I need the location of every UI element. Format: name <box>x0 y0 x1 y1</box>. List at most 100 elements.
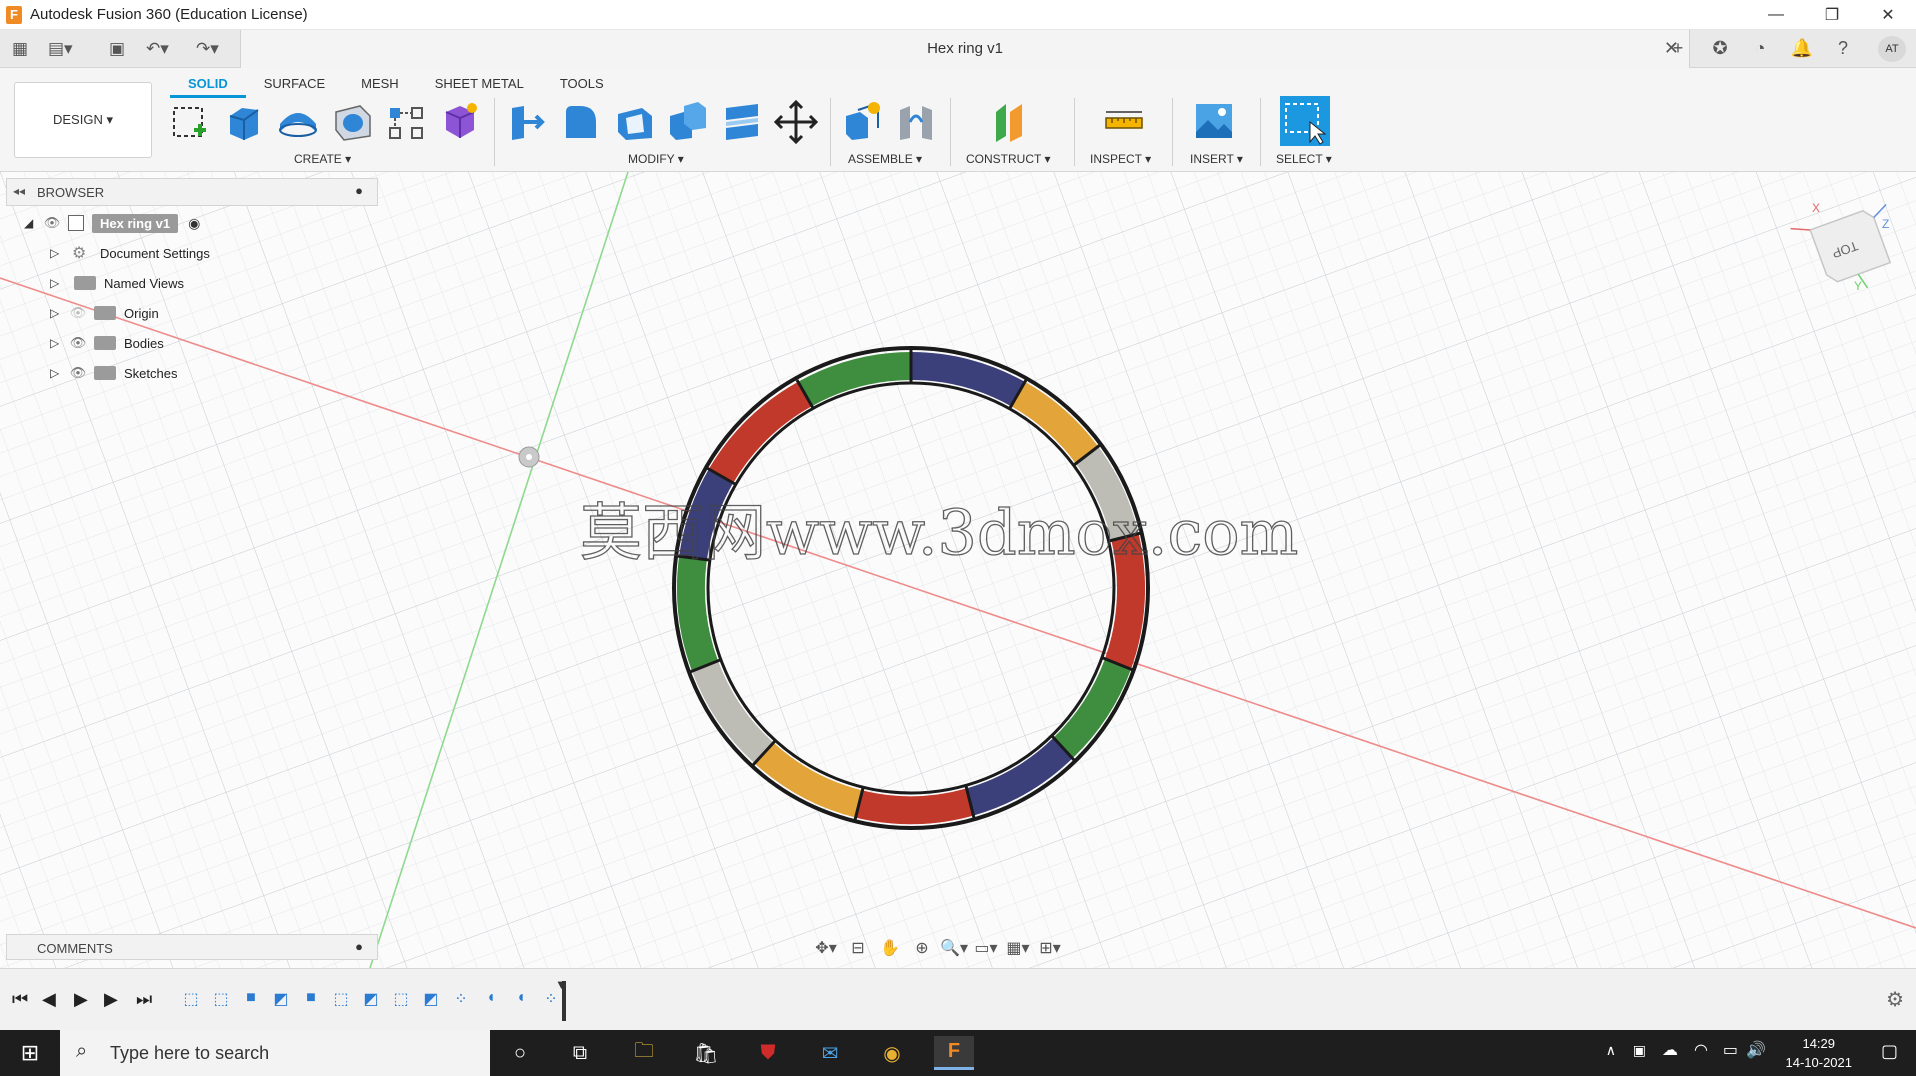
expand-triangle-icon[interactable]: ▷ <box>50 366 68 380</box>
new-tab-icon[interactable]: + <box>1666 38 1690 60</box>
redo-icon[interactable]: ↷▾ <box>196 39 219 59</box>
timeline-fillet-icon[interactable]: ◖ <box>480 989 502 1009</box>
cortana-icon[interactable]: ○ <box>500 1036 540 1070</box>
timeline-pattern-icon[interactable]: ⁘ <box>540 989 562 1009</box>
tree-item-origin[interactable]: ▷ 👁 Origin <box>50 300 159 326</box>
measure-icon[interactable] <box>1102 100 1146 144</box>
viewports-icon[interactable]: ⊞▾ <box>1034 938 1066 958</box>
tree-item-bodies[interactable]: ▷ 👁 Bodies <box>50 330 164 356</box>
comments-panel[interactable]: COMMENTS ● <box>6 934 378 960</box>
insert-image-icon[interactable] <box>1192 100 1236 144</box>
activate-radio-icon[interactable]: ◉ <box>188 215 200 232</box>
combine-icon[interactable] <box>666 100 710 144</box>
construct-menu[interactable]: CONSTRUCT ▾ <box>966 152 1050 166</box>
timeline-last-icon[interactable]: ⏭ <box>136 989 152 1010</box>
workspace-switcher-button[interactable]: DESIGN ▾ <box>14 82 152 158</box>
tab-solid[interactable]: SOLID <box>170 74 246 98</box>
battery-icon[interactable]: ▭ <box>1723 1040 1738 1060</box>
volume-icon[interactable]: 🔊 <box>1746 1040 1766 1060</box>
visibility-eye-icon[interactable]: 👁 <box>42 215 62 231</box>
expand-triangle-icon[interactable]: ◢ <box>24 216 42 230</box>
joint-icon[interactable] <box>894 100 938 144</box>
tree-root-row[interactable]: ◢ 👁 Hex ring v1 ◉ <box>24 210 200 236</box>
split-body-icon[interactable] <box>720 100 764 144</box>
display-settings-icon[interactable]: ▭▾ <box>970 938 1002 958</box>
timeline-extrude-icon[interactable]: ■ <box>300 989 322 1009</box>
user-avatar[interactable]: AT <box>1878 36 1906 62</box>
settings-gear-icon[interactable]: ⚙ <box>1886 987 1904 1012</box>
hidden-eye-icon[interactable]: 👁 <box>68 305 88 321</box>
task-view-icon[interactable]: ⧉ <box>560 1036 600 1070</box>
taskbar-clock[interactable]: 14:29 14-10-2021 <box>1786 1034 1853 1072</box>
file-explorer-icon[interactable]: 🗀 <box>624 1036 664 1070</box>
timeline-fillet-icon[interactable]: ◖ <box>510 989 532 1009</box>
document-tab[interactable]: Hex ring v1 ✕ <box>240 30 1690 68</box>
close-button[interactable]: ✕ <box>1860 0 1916 30</box>
offset-plane-icon[interactable] <box>988 100 1032 144</box>
timeline-marker-head[interactable]: ▼ <box>555 977 568 992</box>
grid-settings-icon[interactable]: ▦▾ <box>1002 938 1034 958</box>
expand-triangle-icon[interactable]: ▷ <box>50 336 68 350</box>
timeline-extrude-icon[interactable]: ■ <box>240 989 262 1009</box>
notifications-bell-icon[interactable]: 🔔 <box>1790 38 1814 60</box>
extensions-icon[interactable]: ✪ <box>1708 38 1732 60</box>
create-sketch-icon[interactable] <box>168 100 212 144</box>
wifi-icon[interactable]: ◠ <box>1694 1040 1708 1060</box>
timeline-sketch-icon[interactable]: ⬚ <box>390 989 412 1009</box>
tree-item-sketches[interactable]: ▷ 👁 Sketches <box>50 360 177 386</box>
data-panel-grid-icon[interactable]: ▦ <box>9 39 31 59</box>
inspect-menu[interactable]: INSPECT ▾ <box>1090 152 1151 166</box>
pan-hand-icon[interactable]: ✋ <box>874 938 906 958</box>
tab-sheet-metal[interactable]: SHEET METAL <box>417 74 542 98</box>
insert-menu[interactable]: INSERT ▾ <box>1190 152 1243 166</box>
timeline-play-icon[interactable]: ▶ <box>74 989 88 1010</box>
notification-center-icon[interactable]: ▢ <box>1881 1041 1898 1062</box>
create-menu[interactable]: CREATE ▾ <box>294 152 351 166</box>
timeline-chamfer-icon[interactable]: ◩ <box>270 989 292 1009</box>
save-icon[interactable]: ▣ <box>106 39 128 59</box>
orbit-icon[interactable]: ✥▾ <box>810 938 842 958</box>
press-pull-icon[interactable] <box>504 100 548 144</box>
tab-surface[interactable]: SURFACE <box>246 74 343 98</box>
new-component-icon[interactable] <box>840 100 884 144</box>
extrude-icon[interactable] <box>222 100 266 144</box>
expand-triangle-icon[interactable]: ▷ <box>50 306 68 320</box>
browser-pin-icon[interactable]: ● <box>355 183 363 198</box>
taskbar-search-box[interactable]: ⌕ Type here to search <box>60 1030 490 1076</box>
modify-menu[interactable]: MODIFY ▾ <box>628 152 684 166</box>
store-icon[interactable]: 🛍 <box>686 1036 726 1070</box>
fit-zoom-icon[interactable]: 🔍▾ <box>938 938 970 958</box>
timeline-pattern-icon[interactable]: ⁘ <box>450 989 472 1009</box>
assemble-menu[interactable]: ASSEMBLE ▾ <box>848 152 922 166</box>
minimize-button[interactable]: — <box>1748 0 1804 30</box>
tree-item-named-views[interactable]: ▷ Named Views <box>50 270 184 296</box>
select-icon[interactable] <box>1280 96 1330 146</box>
timeline-sketch-icon[interactable]: ⬚ <box>180 989 202 1009</box>
chrome-icon[interactable]: ◉ <box>872 1036 912 1070</box>
pattern-icon[interactable] <box>384 100 428 144</box>
revolve-icon[interactable] <box>276 100 320 144</box>
move-copy-icon[interactable] <box>774 100 818 144</box>
timeline-sketch-icon[interactable]: ⬚ <box>210 989 232 1009</box>
restore-button[interactable]: ❐ <box>1804 0 1860 30</box>
visibility-eye-icon[interactable]: 👁 <box>68 365 88 381</box>
create-form-icon[interactable] <box>436 100 480 144</box>
comments-add-icon[interactable]: ● <box>355 939 363 954</box>
tab-mesh[interactable]: MESH <box>343 74 417 98</box>
timeline-chamfer-icon[interactable]: ◩ <box>420 989 442 1009</box>
fusion-taskbar-icon[interactable]: F <box>934 1036 974 1070</box>
hole-icon[interactable] <box>330 100 374 144</box>
zoom-icon[interactable]: ⊕ <box>906 938 938 958</box>
undo-icon[interactable]: ↶▾ <box>146 39 169 59</box>
shell-icon[interactable] <box>612 100 656 144</box>
fillet-icon[interactable] <box>558 100 602 144</box>
visibility-eye-icon[interactable]: 👁 <box>68 335 88 351</box>
timeline-chamfer-icon[interactable]: ◩ <box>360 989 382 1009</box>
tab-tools[interactable]: TOOLS <box>542 74 622 98</box>
collapse-panel-icon[interactable]: ◂◂ <box>13 184 25 198</box>
windows-start-icon[interactable]: ⊞ <box>0 1030 60 1076</box>
tray-expand-icon[interactable]: ∧ <box>1606 1042 1616 1059</box>
onedrive-cloud-icon[interactable]: ☁ <box>1662 1040 1678 1060</box>
help-icon[interactable]: ? <box>1831 38 1855 60</box>
job-status-icon[interactable]: ◔ <box>1748 38 1772 60</box>
